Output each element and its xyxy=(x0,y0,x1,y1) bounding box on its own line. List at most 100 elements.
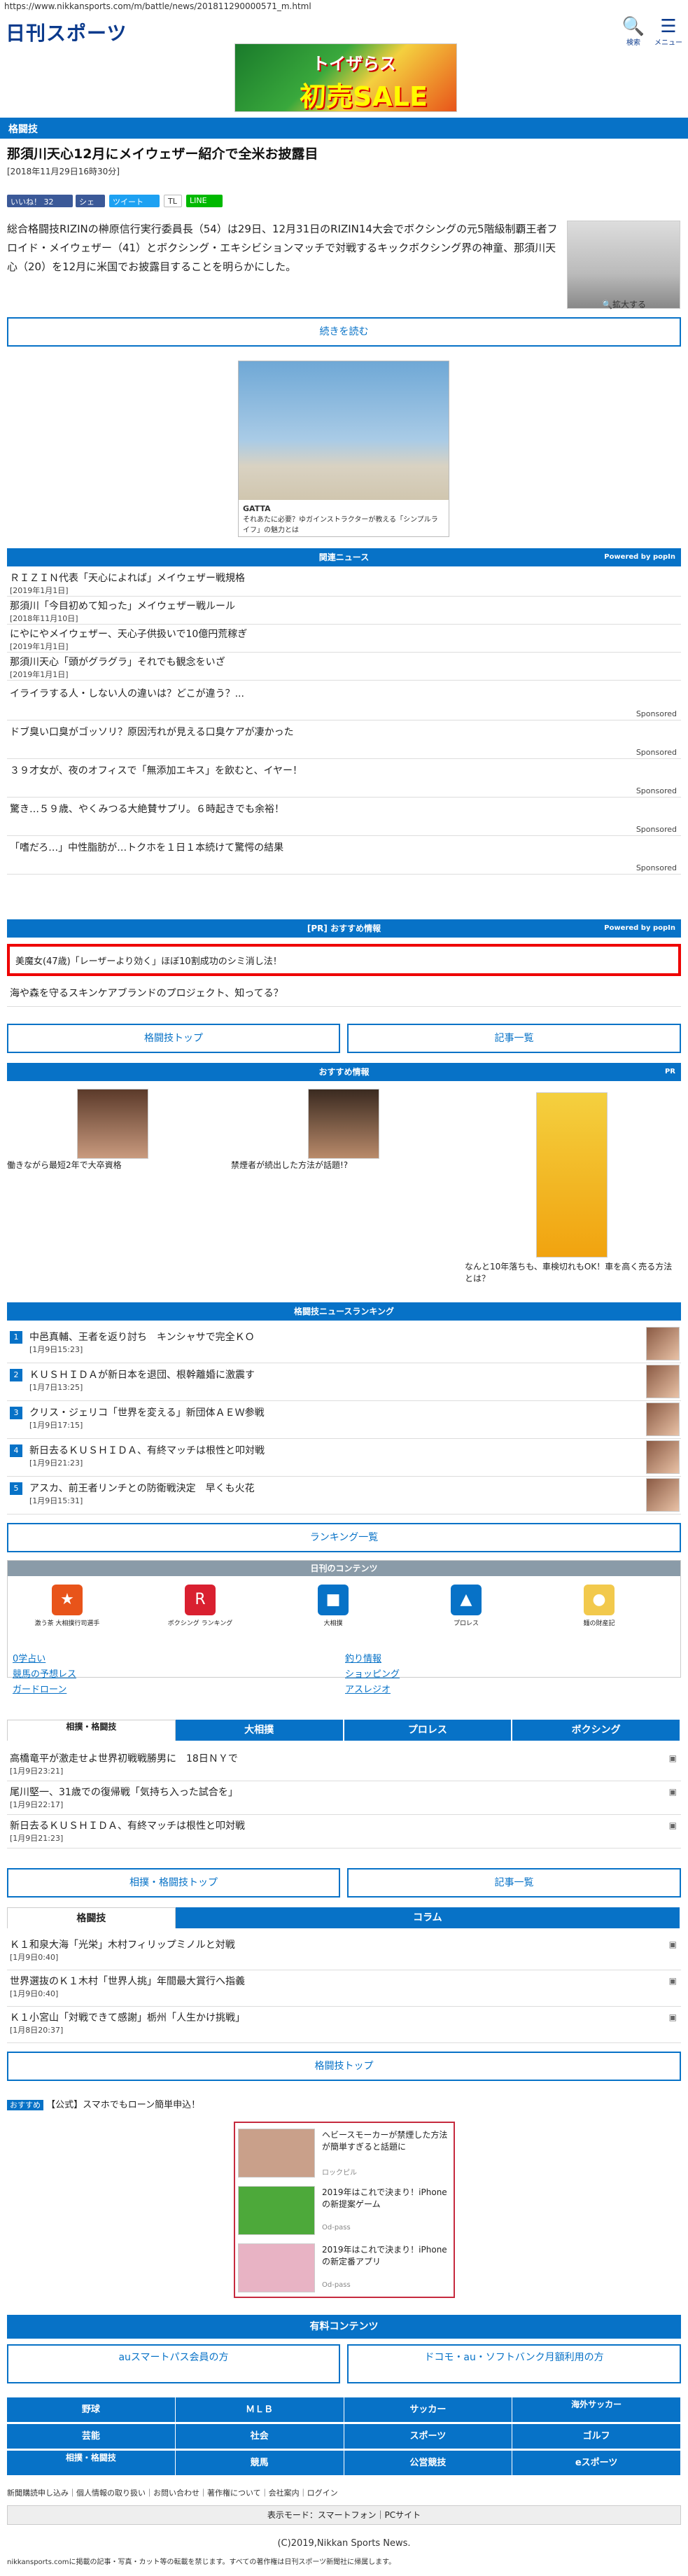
ranking-thumb xyxy=(646,1440,680,1474)
related-news-item[interactable]: 那須川「今目初めて知った」メイウェザー戦ルール [2018年11月10日] xyxy=(7,597,681,625)
tab-2[interactable]: プロレス xyxy=(344,1720,513,1741)
ranking-header: 格闘技ニュースランキング xyxy=(7,1302,681,1321)
sumo-top-button[interactable]: 相撲・格闘技トップ xyxy=(7,1868,340,1898)
daily-content-item[interactable]: ★ 激う茶 大相撲行司選手 xyxy=(29,1585,106,1627)
news-item[interactable]: 新日去るＫＵＳＨＩＤＡ、有終マッチは根性と叩対戦 [1月9日21:23] ▣ xyxy=(7,1815,681,1849)
sponsored-item[interactable]: ３９才女が、夜のオフィスで「無添加エキス」を飲むと、イヤー！ Sponsored xyxy=(7,759,681,798)
search-button[interactable]: 🔍 検索 xyxy=(616,17,651,47)
nav-item[interactable]: eスポーツ xyxy=(512,2451,681,2476)
ad-link-item[interactable]: 2019年はこれで決まり！iPhoneの新定番アプリ Od-pass xyxy=(238,2242,451,2295)
tweet-button[interactable]: ツイート xyxy=(109,195,160,207)
related-news-item[interactable]: ＲＩＺＩＮ代表「天心によれば」メイウェザー戦規格 [2019年1月1日] xyxy=(7,569,681,597)
content-icon: ■ xyxy=(318,1585,349,1615)
news-item[interactable]: Ｋ１和泉大海「光栄」木村フィリップミノルと対戦 [1月9日0:40] ▣ xyxy=(7,1934,681,1970)
fighting-top-button-2[interactable]: 格闘技トップ xyxy=(7,2052,681,2081)
sponsored-item[interactable]: 「嗜だろ…」中性脂肪が…トクホを１日１本続けて驚愕の結果 Sponsored xyxy=(7,836,681,875)
nav-item[interactable]: 競馬 xyxy=(175,2451,344,2476)
sponsored-item[interactable]: イライラする人・しない人の違いは？どこが違う？... Sponsored xyxy=(7,682,681,720)
recommend-item-1[interactable]: 働きながら最短2年で大卒資格 xyxy=(7,1159,217,1171)
ranking-thumb xyxy=(646,1327,680,1360)
recommend-item-3[interactable]: なんと10年落ちも、車検切れもOK！車を高く売る方法とは？ xyxy=(465,1260,675,1284)
footer-links[interactable]: 新聞購読申し込み｜個人情報の取り扱い｜お問い合わせ｜著作権について｜会社案内｜ロ… xyxy=(7,2487,681,2498)
daily-content-item[interactable]: ■ 大相撲 xyxy=(295,1585,372,1627)
ranking-item[interactable]: 2 ＫＵＳＨＩＤＡが新日本を退団、根幹離婚に激震す [1月7日13:25] xyxy=(7,1363,681,1401)
related-news-item[interactable]: にやにやメイウェザー、天心子供扱いで10億円荒稼ぎ [2019年1月1日] xyxy=(7,625,681,653)
daily-link[interactable]: 0学占い xyxy=(13,1651,45,1664)
carrier-monthly-button[interactable]: ドコモ・au・ソフトバンク月額利用の方 xyxy=(347,2344,681,2383)
recommend-thumb-2[interactable] xyxy=(308,1089,379,1159)
browser-url[interactable]: https://www.nikkansports.com/m/battle/ne… xyxy=(0,0,688,14)
tab-3[interactable]: ボクシング xyxy=(512,1720,681,1741)
camera-icon: ▣ xyxy=(668,1753,677,1763)
daily-content-item[interactable]: ● 麺の財産記 xyxy=(561,1585,638,1627)
article-photo[interactable] xyxy=(567,221,680,309)
nav-item[interactable]: 社会 xyxy=(175,2424,344,2449)
toysrus-banner[interactable]: トイザらス 初売SALE xyxy=(234,43,457,112)
display-mode[interactable]: 表示モード：スマートフォン｜PCサイト xyxy=(7,2505,681,2525)
nav-item[interactable]: 芸能 xyxy=(7,2424,176,2449)
nav-item[interactable]: 相撲・格闘技 xyxy=(7,2451,176,2476)
recommend-header: おすすめ情報 PR xyxy=(7,1063,681,1081)
ranking-item[interactable]: 5 アスカ、前王者リンチとの防衛戦決定 早くも火花 [1月9日15:31] xyxy=(7,1477,681,1515)
camera-icon: ▣ xyxy=(668,1940,677,1949)
nav-item[interactable]: ゴルフ xyxy=(512,2424,681,2449)
tab-0[interactable]: 相撲・格闘技 xyxy=(7,1720,176,1741)
ranking-item[interactable]: 3 クリス・ジェリコ「世界を変える」新団体ＡＥＷ参戦 [1月9日17:15] xyxy=(7,1401,681,1439)
daily-content-item[interactable]: R ボクシング ランキング xyxy=(162,1585,239,1627)
tl-button[interactable]: TL xyxy=(164,195,182,207)
rank-number: 5 xyxy=(10,1482,22,1495)
camera-icon: ▣ xyxy=(668,2012,677,2022)
article-list-button[interactable]: 記事一覧 xyxy=(347,1024,681,1053)
ranking-thumb xyxy=(646,1402,680,1436)
news-item[interactable]: 高橋竜平が激走せよ世界初戦戦勝男に 18日ＮＹで [1月9日23:21] ▣ xyxy=(7,1748,681,1781)
daily-link[interactable]: アスレジオ xyxy=(345,1682,391,1695)
ad-brand: GATTA xyxy=(243,504,271,513)
nav-item[interactable]: 海外サッカー xyxy=(512,2397,681,2423)
ad-link-thumb xyxy=(238,2129,315,2178)
fighting-top-button[interactable]: 格闘技トップ xyxy=(7,1024,340,1053)
nav-item[interactable]: ＭＬＢ xyxy=(175,2397,344,2423)
au-smartpass-button[interactable]: auスマートパス会員の方 xyxy=(7,2344,340,2383)
sponsored-item[interactable]: 驚き…５９歳、やくみつる大絶賛サプリ。６時起きでも余裕！ Sponsored xyxy=(7,798,681,836)
tab-1[interactable]: 大相撲 xyxy=(175,1720,344,1741)
site-logo[interactable]: 日刊スポーツ xyxy=(6,18,127,45)
nav-item[interactable]: サッカー xyxy=(344,2397,513,2423)
ad-link-item[interactable]: 2019年はこれで決まり！iPhoneの新提案ゲーム Od-pass xyxy=(238,2185,451,2238)
recommend-thumb-1[interactable] xyxy=(77,1089,148,1159)
article-list-button-2[interactable]: 記事一覧 xyxy=(347,1868,681,1898)
ranking-thumb xyxy=(646,1478,680,1512)
nav-item[interactable]: 野球 xyxy=(7,2397,176,2423)
news-item[interactable]: 世界選抜のＫ１木村「世界人挑」年間最大賞行へ指義 [1月9日0:40] ▣ xyxy=(7,1970,681,2007)
read-more-button[interactable]: 続きを読む xyxy=(7,317,681,347)
nav-item[interactable]: スポーツ xyxy=(344,2424,513,2449)
facebook-like-button[interactable]: いいね！ 32 xyxy=(7,195,73,207)
pr-item[interactable]: 海や森を守るスキンケアブランドのプロジェクト、知ってる？ xyxy=(7,983,681,1007)
category-bar[interactable]: 格闘技 xyxy=(0,118,688,139)
ranking-item[interactable]: 1 中邑真輔、王者を返り討ち キンシャサで完全ＫＯ [1月9日15:23] xyxy=(7,1325,681,1363)
nav-item[interactable]: 公営競技 xyxy=(344,2451,513,2476)
daily-link[interactable]: ガードローン xyxy=(13,1682,66,1695)
ad-gatta[interactable]: GATTA それあたに必要？ゆガインストラクターが教える「シンプルライフ」の魅力と… xyxy=(238,361,449,537)
menu-button[interactable]: ☰ メニュー xyxy=(651,17,686,47)
tab2-0[interactable]: 格闘技 xyxy=(7,1907,176,1928)
osusume-line[interactable]: おすすめ 【公式】スマホでもローン簡単申込！ xyxy=(7,2097,681,2110)
news-item[interactable]: Ｋ１小宮山「対戦できて感謝」栃州「人生かけ挑戦」 [1月8日20:37] ▣ xyxy=(7,2007,681,2043)
recommend-thumb-3[interactable] xyxy=(536,1092,608,1258)
related-news-item[interactable]: 那須川天心「頭がグラグラ」それでも観念をいざ [2019年1月1日] xyxy=(7,653,681,681)
ranking-item[interactable]: 4 新日去るＫＵＳＨＩＤＡ、有終マッチは根性と叩対戦 [1月9日21:23] xyxy=(7,1439,681,1477)
ad-link-item[interactable]: ヘビースモーカーが禁煙した方法が簡単すぎると話題に ロックピル xyxy=(238,2127,451,2180)
sponsored-item[interactable]: ドブ臭い口臭がゴッソリ？原因汚れが見える口臭ケアが凄かった Sponsored xyxy=(7,720,681,759)
enlarge-link[interactable]: 🔍拡大する xyxy=(602,298,646,310)
camera-icon: ▣ xyxy=(668,1976,677,1986)
facebook-share-button[interactable]: シェア xyxy=(76,195,105,218)
tab2-1[interactable]: コラム xyxy=(175,1907,681,1928)
line-share-button[interactable]: LINE xyxy=(186,195,223,207)
daily-content-item[interactable]: ▲ プロレス xyxy=(428,1585,505,1627)
daily-link[interactable]: ショッピング xyxy=(345,1666,400,1680)
news-item[interactable]: 尾川堅一、31歳での復帰戦「気持ち入った試合を」 [1月9日22:17] ▣ xyxy=(7,1781,681,1815)
daily-link[interactable]: 競馬の予想レス xyxy=(13,1666,76,1680)
recommend-item-2[interactable]: 禁煙者が続出した方法が話題!? xyxy=(231,1159,441,1171)
daily-link[interactable]: 釣り情報 xyxy=(345,1651,381,1664)
pr-featured-item[interactable]: 美魔女(47歳)「レーザーより効く」ほぼ10割成功のシミ消し法！ xyxy=(7,944,681,976)
ranking-list-button[interactable]: ランキング一覧 xyxy=(7,1523,681,1552)
